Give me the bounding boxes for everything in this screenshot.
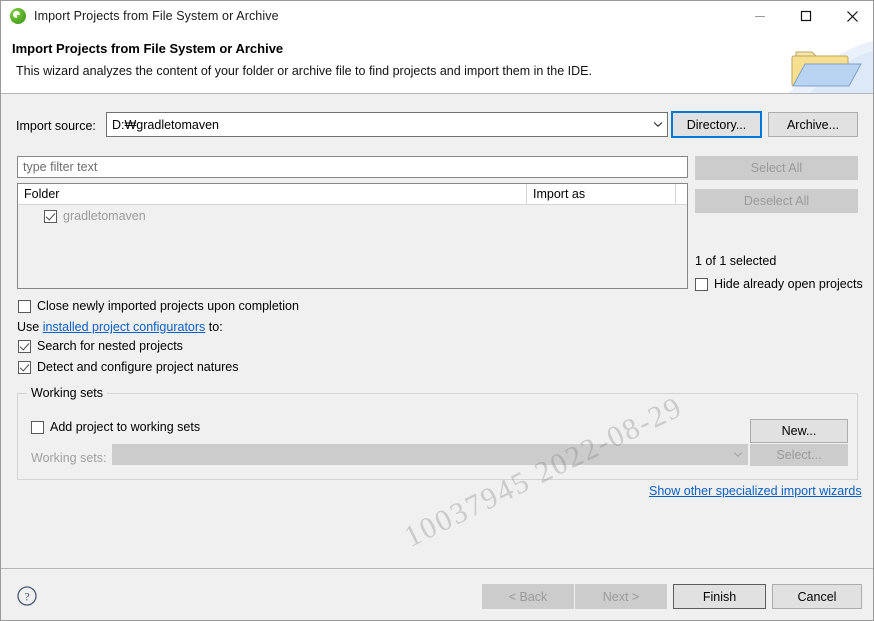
import-source-label: Import source: (16, 119, 96, 133)
configurators-line: Use installed project configurators to: (17, 320, 223, 334)
projects-tree[interactable]: Folder Import as gradletomaven (17, 183, 688, 289)
installed-project-configurators-link[interactable]: installed project configurators (43, 320, 206, 334)
select-working-set-button[interactable]: Select... (750, 444, 848, 466)
directory-button[interactable]: Directory... (671, 111, 762, 138)
row-folder-label: gradletomaven (63, 209, 146, 223)
window-title: Import Projects from File System or Arch… (34, 9, 279, 23)
add-to-working-sets-label: Add project to working sets (50, 420, 201, 434)
configurators-suffix: to: (205, 320, 223, 334)
search-nested-checkbox[interactable] (18, 339, 31, 353)
search-nested-label: Search for nested projects (37, 339, 183, 353)
wizard-page-body: Import source: D:₩gradletomaven Director… (1, 94, 873, 568)
add-to-working-sets-checkbox[interactable] (31, 420, 44, 434)
svg-text:?: ? (24, 590, 29, 604)
hide-open-projects-label: Hide already open projects (714, 277, 863, 291)
window-controls (737, 1, 873, 31)
table-row[interactable]: gradletomaven (18, 205, 687, 227)
add-to-working-sets-option[interactable]: Add project to working sets (31, 420, 200, 434)
selection-status: 1 of 1 selected (695, 254, 777, 268)
tree-header: Folder Import as (18, 184, 687, 205)
page-title: Import Projects from File System or Arch… (12, 41, 284, 56)
working-sets-combo[interactable] (112, 444, 748, 465)
chevron-down-icon (649, 121, 667, 128)
finish-button[interactable]: Finish (673, 584, 766, 609)
detect-natures-label: Detect and configure project natures (37, 360, 239, 374)
show-other-wizards-link[interactable]: Show other specialized import wizards (649, 484, 862, 498)
next-button[interactable]: Next > (575, 584, 667, 609)
tree-body: gradletomaven (18, 205, 687, 287)
hide-open-projects-checkbox[interactable] (695, 277, 708, 291)
column-header-extra[interactable] (676, 184, 687, 205)
import-wizard-dialog: Import Projects from File System or Arch… (0, 0, 874, 621)
import-source-value: D:₩gradletomaven (112, 117, 219, 132)
deselect-all-button[interactable]: Deselect All (695, 189, 858, 213)
row-checkbox[interactable] (44, 209, 57, 223)
working-sets-legend: Working sets (27, 386, 108, 400)
chevron-down-icon-disabled (729, 451, 747, 458)
close-imported-label: Close newly imported projects upon compl… (37, 299, 299, 313)
detect-natures-option[interactable]: Detect and configure project natures (18, 360, 239, 374)
open-folder-icon (693, 31, 873, 93)
close-icon[interactable] (829, 1, 873, 31)
minimize-icon[interactable] (737, 1, 783, 31)
cancel-button[interactable]: Cancel (772, 584, 862, 609)
working-sets-label: Working sets: (31, 451, 107, 465)
title-bar: Import Projects from File System or Arch… (1, 1, 873, 31)
help-icon[interactable]: ? (16, 585, 38, 607)
archive-button[interactable]: Archive... (768, 112, 858, 137)
configurators-prefix: Use (17, 320, 43, 334)
close-imported-checkbox[interactable] (18, 299, 31, 313)
hide-open-projects-option[interactable]: Hide already open projects (695, 277, 863, 291)
eclipse-icon (10, 8, 26, 24)
detect-natures-checkbox[interactable] (18, 360, 31, 374)
column-header-folder[interactable]: Folder (18, 184, 527, 205)
maximize-icon[interactable] (783, 1, 829, 31)
close-imported-option[interactable]: Close newly imported projects upon compl… (18, 299, 299, 313)
column-header-import-as[interactable]: Import as (527, 184, 676, 205)
new-working-set-button[interactable]: New... (750, 419, 848, 443)
import-source-combo[interactable]: D:₩gradletomaven (106, 112, 668, 137)
working-sets-group (17, 393, 858, 480)
search-nested-option[interactable]: Search for nested projects (18, 339, 183, 353)
dialog-footer: ? < Back Next > Finish Cancel (1, 568, 873, 620)
wizard-banner: Import Projects from File System or Arch… (1, 31, 873, 94)
select-all-button[interactable]: Select All (695, 156, 858, 180)
filter-input[interactable]: type filter text (17, 156, 688, 178)
page-description: This wizard analyzes the content of your… (16, 64, 592, 78)
back-button[interactable]: < Back (482, 584, 574, 609)
